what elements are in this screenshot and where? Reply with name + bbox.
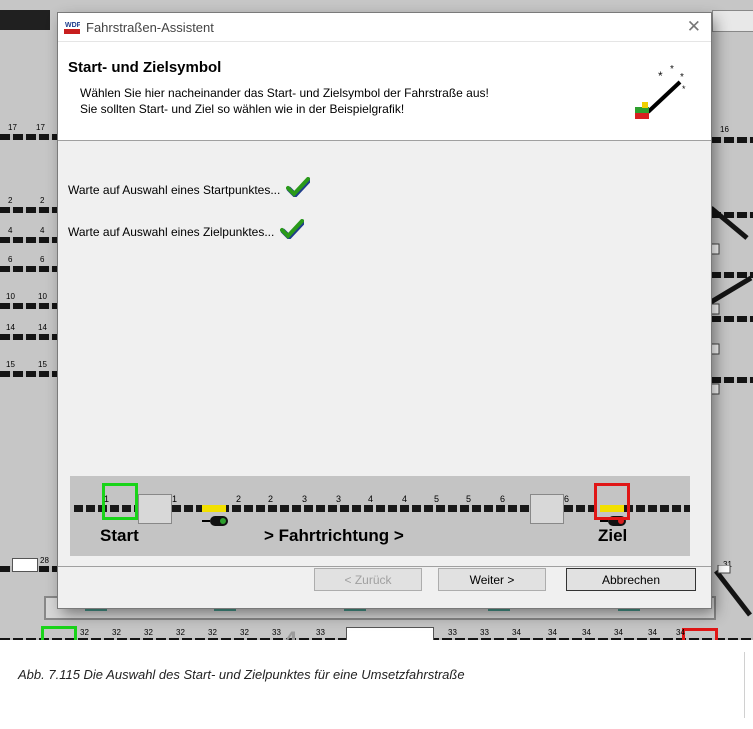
track-left-17 (0, 134, 58, 140)
example-direction-label: > Fahrtrichtung > (264, 526, 404, 545)
wizard-dialog: WDP Fahrstraßen-Assistent ✕ Start- und Z… (58, 13, 711, 608)
track-label: 15 (6, 360, 15, 369)
signal-symbol (12, 558, 38, 572)
start-status: Warte auf Auswahl eines Startpunktes... (68, 177, 310, 197)
track-label: 34 (582, 628, 591, 637)
example-track-number: 2 (236, 494, 242, 504)
example-track-number: 5 (466, 494, 472, 504)
svg-text:*: * (680, 72, 684, 83)
track-label: 34 (676, 628, 685, 637)
instruction-text: Wählen Sie hier nacheinander das Start- … (80, 86, 489, 100)
track-label: 32 (80, 628, 89, 637)
track-label: 2 (8, 196, 13, 205)
track-label: 14 (6, 323, 15, 332)
example-track-number: 2 (268, 494, 274, 504)
example-track-number: 4 (368, 494, 374, 504)
track-label: 32 (240, 628, 249, 637)
example-start-marker (202, 505, 226, 512)
close-icon[interactable]: ✕ (687, 17, 701, 37)
track-left-14 (0, 334, 58, 340)
example-track-number: 3 (336, 494, 342, 504)
instruction-text: Sie sollten Start- und Ziel so wählen wi… (80, 102, 405, 116)
window-title: Fahrstraßen-Assistent (86, 20, 214, 35)
end-highlight-frame (682, 628, 718, 640)
start-status-text: Warte auf Auswahl eines Startpunktes... (68, 183, 281, 197)
track-label: 32 (112, 628, 121, 637)
track-label: 6 (8, 255, 13, 264)
wizard-header: Start- und Zielsymbol Wählen Sie hier na… (58, 42, 711, 141)
track-label: 28 (40, 556, 49, 565)
track-label: 32 (144, 628, 153, 637)
track-left-4 (0, 237, 58, 243)
title-bar: WDP Fahrstraßen-Assistent ✕ (58, 13, 711, 42)
track-label: 33 (272, 628, 281, 637)
example-block-field (138, 494, 172, 524)
app-icon: WDP (64, 19, 80, 35)
example-track-number: 4 (402, 494, 408, 504)
track-label: 10 (6, 292, 15, 301)
back-button[interactable]: < Zurück (314, 568, 422, 591)
track-label: 34 (548, 628, 557, 637)
track-left-10 (0, 303, 58, 309)
toolbar-field (0, 10, 50, 30)
track-left-6 (0, 266, 58, 272)
track-label: 4 (8, 226, 13, 235)
track-label: 10 (38, 292, 47, 301)
track-label: 32 (208, 628, 217, 637)
checkmark-icon (285, 177, 310, 197)
track-right-16 (711, 137, 753, 143)
track-label: 33 (316, 628, 325, 637)
example-track-number: 1 (172, 494, 178, 504)
track-label: 2 (40, 196, 45, 205)
example-track-number: 3 (302, 494, 308, 504)
page-title: Start- und Zielsymbol (68, 59, 222, 76)
end-status-text: Warte auf Auswahl eines Zielpunktes... (68, 225, 275, 239)
track-label: 17 (8, 123, 17, 132)
track-label: 33 (448, 628, 457, 637)
example-track-number: 6 (564, 494, 570, 504)
figure-caption: Abb. 7.115 Die Auswahl des Start- und Zi… (18, 667, 465, 682)
example-graphic: 1 1 2 2 3 3 4 4 5 5 6 6 Start > Fahrtric… (70, 476, 690, 556)
toolbar-field (712, 10, 753, 32)
track-label: 34 (614, 628, 623, 637)
track-label: 17 (36, 123, 45, 132)
track-label: 15 (38, 360, 47, 369)
track-label: 34 (648, 628, 657, 637)
track-label: 33 (480, 628, 489, 637)
example-block-field (530, 494, 564, 524)
magic-wand-icon: * * * * (635, 64, 686, 119)
track-label: 34 (512, 628, 521, 637)
track-diagonal (714, 565, 752, 617)
track-label: 16 (720, 125, 729, 134)
track-label: 14 (38, 323, 47, 332)
svg-text:*: * (658, 69, 663, 83)
block-number: 4 (284, 627, 297, 640)
track-switches (711, 206, 753, 395)
track-label: 6 (40, 255, 45, 264)
example-end-label: Ziel (598, 526, 628, 545)
example-track-number: 1 (104, 494, 110, 504)
start-highlight-frame (41, 626, 77, 640)
next-button[interactable]: Weiter > (438, 568, 546, 591)
track-left-15 (0, 371, 58, 377)
track-label: 32 (176, 628, 185, 637)
example-track-number: 6 (500, 494, 506, 504)
example-start-label: Start (100, 526, 139, 545)
svg-text:*: * (682, 84, 686, 94)
cancel-button[interactable]: Abbrechen (566, 568, 696, 591)
empty-block-field (346, 627, 434, 640)
caption-frame (8, 652, 745, 718)
signal-icon (202, 516, 228, 526)
end-status: Warte auf Auswahl eines Zielpunktes... (68, 219, 304, 239)
checkmark-icon (279, 219, 304, 239)
example-end-frame (594, 483, 630, 520)
track-label: 4 (40, 226, 45, 235)
svg-text:WDP: WDP (65, 22, 80, 29)
svg-text:*: * (670, 64, 674, 75)
example-track-number: 5 (434, 494, 440, 504)
button-separator (58, 566, 711, 567)
track-left-2 (0, 207, 58, 213)
